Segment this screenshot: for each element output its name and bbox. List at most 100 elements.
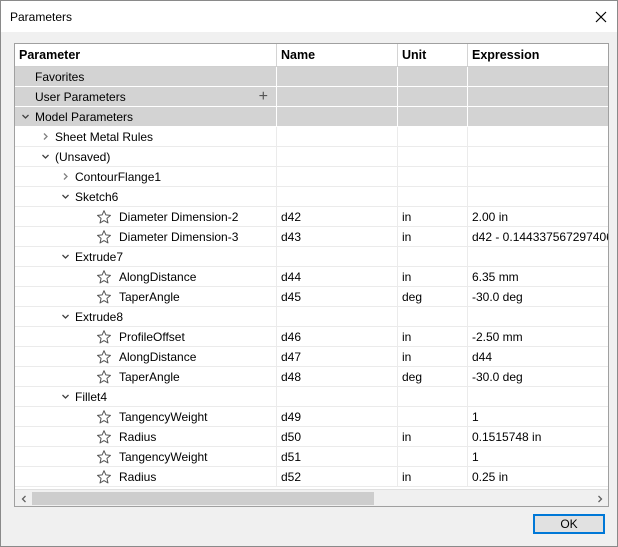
parameter-cell[interactable]: Fillet4 [15, 387, 277, 407]
parameter-cell[interactable]: TangencyWeight [15, 407, 277, 427]
name-cell[interactable]: d47 [277, 347, 398, 367]
favorite-toggle[interactable] [95, 407, 113, 426]
parameter-cell[interactable]: Radius [15, 427, 277, 447]
group-row[interactable]: (Unsaved) [15, 147, 608, 167]
expression-cell[interactable]: 0.25 in [468, 467, 608, 487]
favorite-toggle[interactable] [95, 327, 113, 346]
scroll-right-button[interactable] [591, 490, 608, 506]
unit-cell[interactable]: in [398, 327, 468, 347]
parameter-cell[interactable]: Sketch6 [15, 187, 277, 207]
column-header-unit[interactable]: Unit [398, 44, 468, 66]
group-row[interactable]: Fillet4 [15, 387, 608, 407]
column-header-expression[interactable]: Expression [468, 44, 608, 66]
name-cell[interactable]: d45 [277, 287, 398, 307]
group-row[interactable]: ContourFlange1 [15, 167, 608, 187]
parameter-cell[interactable]: AlongDistance [15, 347, 277, 367]
unit-cell[interactable]: in [398, 427, 468, 447]
collapse-toggle[interactable] [57, 307, 73, 326]
parameter-cell[interactable]: Diameter Dimension-3 [15, 227, 277, 247]
unit-cell[interactable]: in [398, 267, 468, 287]
expand-toggle[interactable] [57, 167, 73, 186]
parameter-cell[interactable]: (Unsaved) [15, 147, 277, 167]
name-cell[interactable]: d50 [277, 427, 398, 447]
parameter-cell[interactable]: Model Parameters [15, 107, 277, 127]
unit-cell[interactable]: in [398, 227, 468, 247]
group-row[interactable]: Sketch6 [15, 187, 608, 207]
parameter-cell[interactable]: AlongDistance [15, 267, 277, 287]
expression-cell[interactable]: 1 [468, 407, 608, 427]
name-cell[interactable]: d51 [277, 447, 398, 467]
favorite-toggle[interactable] [95, 467, 113, 486]
expression-cell[interactable]: -30.0 deg [468, 367, 608, 387]
collapse-toggle[interactable] [57, 387, 73, 406]
parameter-cell[interactable]: Sheet Metal Rules [15, 127, 277, 147]
unit-cell[interactable]: in [398, 347, 468, 367]
section-row[interactable]: Model Parameters [15, 107, 608, 127]
parameter-row[interactable]: TangencyWeight d49 1 [15, 407, 608, 427]
expression-cell[interactable]: 1 [468, 447, 608, 467]
group-row[interactable]: Sheet Metal Rules [15, 127, 608, 147]
parameter-row[interactable]: Radius d50 in 0.1515748 in [15, 427, 608, 447]
parameter-cell[interactable]: ProfileOffset [15, 327, 277, 347]
parameter-cell[interactable]: ContourFlange1 [15, 167, 277, 187]
parameter-row[interactable]: AlongDistance d47 in d44 [15, 347, 608, 367]
parameter-cell[interactable]: TangencyWeight [15, 447, 277, 467]
parameter-row[interactable]: AlongDistance d44 in 6.35 mm [15, 267, 608, 287]
section-row[interactable]: User Parameters + [15, 87, 608, 107]
expression-cell[interactable]: d44 [468, 347, 608, 367]
parameter-row[interactable]: TangencyWeight d51 1 [15, 447, 608, 467]
favorite-toggle[interactable] [95, 347, 113, 366]
name-cell[interactable]: d52 [277, 467, 398, 487]
parameter-row[interactable]: ProfileOffset d46 in -2.50 mm [15, 327, 608, 347]
favorite-toggle[interactable] [95, 267, 113, 286]
favorite-toggle[interactable] [95, 367, 113, 386]
add-user-parameter-button[interactable]: + [259, 87, 268, 106]
favorite-toggle[interactable] [95, 287, 113, 306]
unit-cell[interactable]: deg [398, 367, 468, 387]
collapse-toggle[interactable] [57, 247, 73, 266]
collapse-toggle[interactable] [17, 107, 33, 126]
name-cell[interactable]: d46 [277, 327, 398, 347]
parameter-cell[interactable]: Radius [15, 467, 277, 487]
name-cell[interactable]: d48 [277, 367, 398, 387]
expression-cell[interactable]: 0.1515748 in [468, 427, 608, 447]
expression-cell[interactable]: 6.35 mm [468, 267, 608, 287]
name-cell[interactable]: d42 [277, 207, 398, 227]
expand-toggle[interactable] [37, 127, 53, 146]
parameter-row[interactable]: Diameter Dimension-3 d43 in d42 - 0.1443375… [15, 227, 608, 247]
ok-button[interactable]: OK [533, 514, 605, 534]
parameter-row[interactable]: TaperAngle d48 deg -30.0 deg [15, 367, 608, 387]
parameter-cell[interactable]: TaperAngle [15, 367, 277, 387]
favorite-toggle[interactable] [95, 447, 113, 466]
parameter-cell[interactable]: Extrude7 [15, 247, 277, 267]
expression-cell[interactable]: -30.0 deg [468, 287, 608, 307]
parameter-cell[interactable]: TaperAngle [15, 287, 277, 307]
column-header-name[interactable]: Name [277, 44, 398, 66]
unit-cell[interactable] [398, 447, 468, 467]
favorite-toggle[interactable] [95, 207, 113, 226]
unit-cell[interactable]: in [398, 467, 468, 487]
scrollbar-thumb[interactable] [32, 492, 374, 505]
parameter-row[interactable]: Diameter Dimension-2 d42 in 2.00 in [15, 207, 608, 227]
parameter-cell[interactable]: Diameter Dimension-2 [15, 207, 277, 227]
expression-cell[interactable]: d42 - 0.1443375672974064 [468, 227, 608, 247]
parameter-cell[interactable]: Extrude8 [15, 307, 277, 327]
parameter-cell[interactable]: Favorites [15, 67, 277, 87]
column-header-parameter[interactable]: Parameter [15, 44, 277, 66]
unit-cell[interactable]: deg [398, 287, 468, 307]
scroll-left-button[interactable] [15, 490, 32, 506]
group-row[interactable]: Extrude8 [15, 307, 608, 327]
parameter-row[interactable]: Radius d52 in 0.25 in [15, 467, 608, 487]
close-button[interactable] [585, 1, 617, 32]
horizontal-scrollbar[interactable] [15, 489, 608, 506]
parameter-cell[interactable]: User Parameters + [15, 87, 277, 107]
expression-cell[interactable]: 2.00 in [468, 207, 608, 227]
favorite-toggle[interactable] [95, 227, 113, 246]
parameter-row[interactable]: TaperAngle d45 deg -30.0 deg [15, 287, 608, 307]
name-cell[interactable]: d43 [277, 227, 398, 247]
collapse-toggle[interactable] [57, 187, 73, 206]
unit-cell[interactable]: in [398, 207, 468, 227]
collapse-toggle[interactable] [37, 147, 53, 166]
unit-cell[interactable] [398, 407, 468, 427]
favorite-toggle[interactable] [95, 427, 113, 446]
